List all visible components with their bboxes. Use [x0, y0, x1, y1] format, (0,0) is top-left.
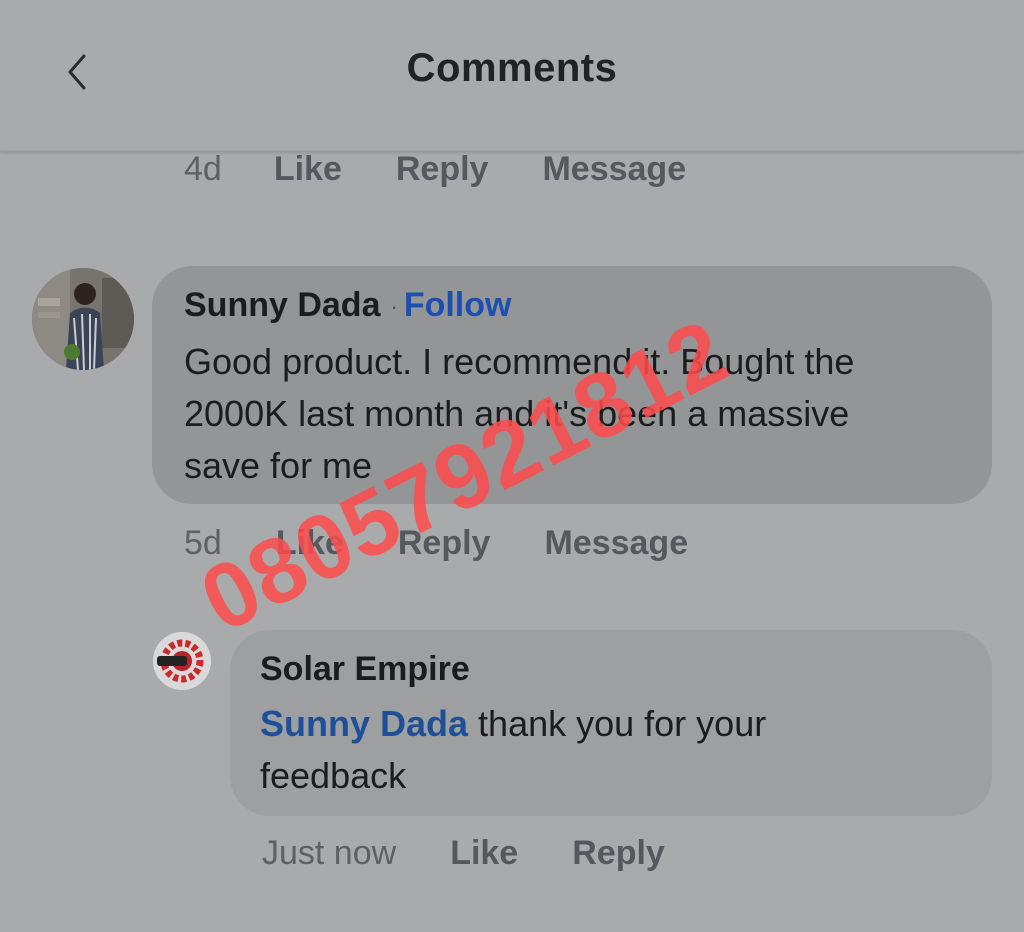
page-title: Comments	[406, 46, 618, 90]
comment-time: 5d	[184, 524, 222, 562]
message-button[interactable]: Message	[542, 150, 686, 189]
comment-bubble[interactable]: Sunny Dada · Follow Good product. I recomm…	[152, 266, 992, 504]
like-button[interactable]: Like	[450, 834, 518, 873]
reply-actions: Just now Like Reply	[262, 834, 665, 873]
reply-text-line: feedback	[260, 755, 407, 796]
separator-dot: ·	[390, 294, 398, 320]
mention-link[interactable]: Sunny Dada	[260, 703, 468, 744]
comment-text: Good product. I recommend it. Bought the…	[184, 336, 854, 492]
reply-button[interactable]: Reply	[398, 524, 491, 563]
comment-actions: 5d Like Reply Message	[184, 524, 688, 563]
comment-text-line: 2000K last month and it's been a massive	[184, 393, 850, 434]
reply-text-segment: thank you for your	[468, 703, 767, 744]
reply-text: Sunny Dada thank you for your feedback	[260, 698, 766, 802]
like-button[interactable]: Like	[276, 524, 344, 563]
message-button[interactable]: Message	[544, 524, 688, 563]
comment-time: 4d	[184, 150, 222, 188]
comment-author[interactable]: Sunny Dada	[184, 286, 380, 324]
user-avatar[interactable]	[32, 268, 134, 370]
header-bar: Comments	[0, 0, 1024, 151]
reply-text-line: Sunny Dada thank you for your	[260, 698, 766, 750]
page-logo-avatar[interactable]	[153, 632, 211, 690]
like-button[interactable]: Like	[274, 150, 342, 189]
reply-button[interactable]: Reply	[396, 150, 489, 189]
reply-bubble[interactable]: Solar Empire Sunny Dada thank you for yo…	[230, 630, 992, 816]
comment-text-line: save for me	[184, 445, 373, 486]
reply-button[interactable]: Reply	[572, 834, 665, 873]
comment-text-line: Good product. I recommend it. Bought the	[184, 341, 855, 382]
reply-time: Just now	[262, 834, 397, 872]
comment-author-line: Sunny Dada · Follow	[184, 286, 511, 325]
reply-author[interactable]: Solar Empire	[260, 650, 470, 689]
follow-button[interactable]: Follow	[404, 286, 512, 324]
previous-comment-actions: 4d Like Reply Message	[184, 150, 686, 189]
